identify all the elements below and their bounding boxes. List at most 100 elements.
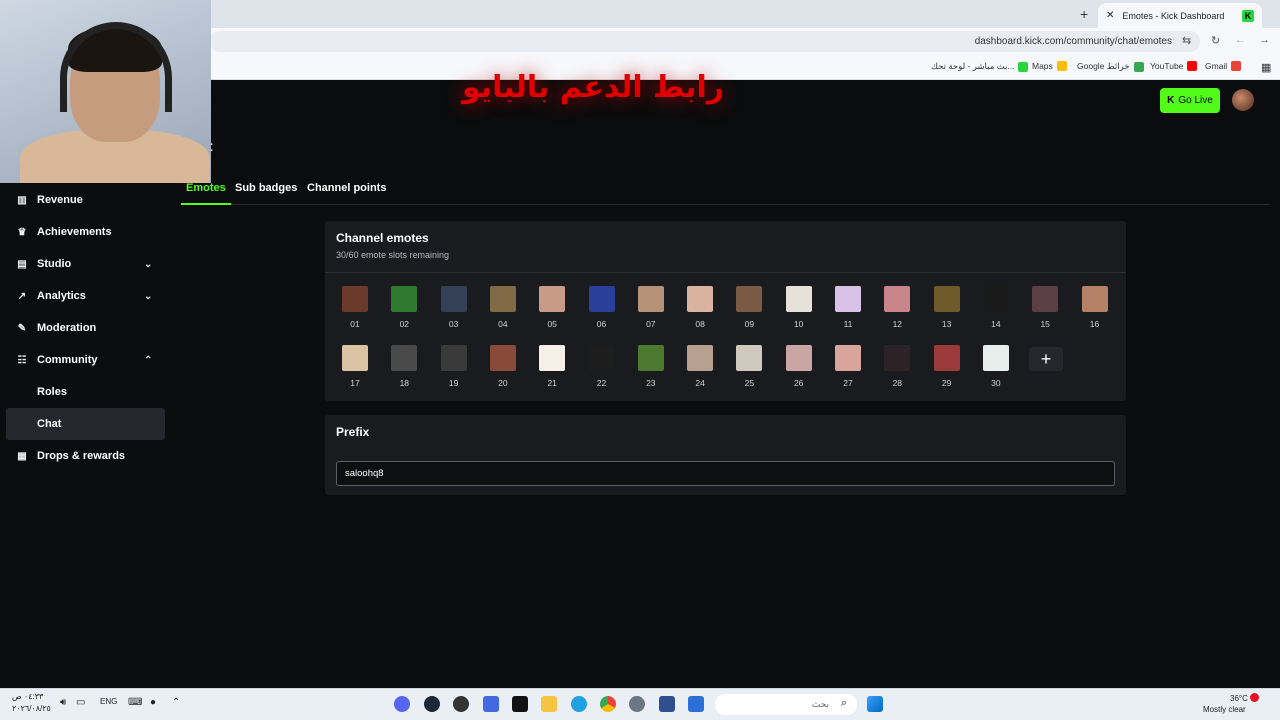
- chevron-up-icon: ⌃: [144, 354, 153, 366]
- tab-channel-points[interactable]: Channel points: [307, 182, 386, 205]
- app-icon[interactable]: [659, 696, 675, 712]
- back-icon[interactable]: →: [1259, 34, 1270, 46]
- sidebar-item-roles[interactable]: Roles: [0, 376, 170, 408]
- reload-icon[interactable]: ↻: [1211, 34, 1220, 47]
- bookmark-youtube[interactable]: YouTube: [1150, 61, 1198, 71]
- emote-02[interactable]: 02: [384, 286, 424, 329]
- bookmark-kick-dashboard[interactable]: بث مباشر - لوحة تحك...: [931, 61, 1029, 72]
- emote-20[interactable]: 20: [483, 345, 523, 388]
- browser-tab[interactable]: ✕ Emotes - Kick Dashboard K: [1098, 3, 1262, 28]
- sidebar-item-chat[interactable]: Chat: [6, 408, 165, 440]
- bookmark-google-maps-ar[interactable]: Google خرائط: [1077, 61, 1144, 72]
- sidebar-item-moderation[interactable]: ✎ Moderation: [0, 312, 170, 344]
- volume-icon[interactable]: 🔊︎: [60, 697, 66, 708]
- emote-23[interactable]: 23: [631, 345, 671, 388]
- bookmark-maps[interactable]: Maps: [1032, 61, 1067, 71]
- emote-22[interactable]: 22: [582, 345, 622, 388]
- emote-image: [1081, 286, 1108, 312]
- chrome-icon[interactable]: [600, 696, 616, 712]
- emote-09[interactable]: 09: [729, 286, 769, 329]
- emote-label: 03: [448, 319, 459, 329]
- steam-icon[interactable]: [424, 696, 440, 712]
- emote-10[interactable]: 10: [779, 286, 819, 329]
- sidebar-item-revenue[interactable]: ▥ Revenue: [0, 184, 170, 216]
- prefix-input[interactable]: [336, 461, 1115, 486]
- tab-sub-badges[interactable]: Sub badges: [235, 182, 297, 205]
- emote-30[interactable]: 30: [976, 345, 1016, 388]
- emote-06[interactable]: 06: [582, 286, 622, 329]
- shield-icon[interactable]: [688, 696, 704, 712]
- apps-grid-icon[interactable]: ▦: [1261, 61, 1271, 74]
- emote-04[interactable]: 04: [483, 286, 523, 329]
- prefix-card: Prefix: [325, 415, 1126, 495]
- emote-label: 25: [744, 378, 755, 388]
- emote-label: 23: [646, 378, 656, 388]
- emote-08[interactable]: 08: [680, 286, 720, 329]
- sidebar-item-community[interactable]: ☷ Community ⌃: [0, 344, 170, 376]
- emote-25[interactable]: 25: [729, 345, 769, 388]
- emote-image: [342, 286, 368, 312]
- bookmark-gmail[interactable]: Gmail: [1205, 61, 1242, 71]
- avatar[interactable]: [1232, 89, 1254, 111]
- emote-24[interactable]: 24: [680, 345, 720, 388]
- capcut-icon[interactable]: [512, 696, 528, 712]
- emote-image: [489, 286, 516, 312]
- emote-label: 07: [646, 319, 656, 329]
- clock-date[interactable]: ٢٠٢٦/٠٨/٢٥: [12, 704, 51, 713]
- emote-07[interactable]: 07: [631, 286, 671, 329]
- emote-19[interactable]: 19: [434, 345, 474, 388]
- emote-image: [391, 345, 418, 371]
- microphone-icon[interactable]: ●: [150, 697, 156, 708]
- forward-icon[interactable]: ←: [1235, 34, 1246, 46]
- weather-temp[interactable]: 36°C: [1230, 694, 1248, 703]
- emote-15[interactable]: 15: [1025, 286, 1065, 329]
- emote-03[interactable]: 03: [434, 286, 474, 329]
- new-tab-button[interactable]: +: [1080, 6, 1088, 22]
- chevron-down-icon: ⌄: [144, 258, 153, 270]
- emote-16[interactable]: 16: [1075, 286, 1115, 329]
- file-explorer-icon[interactable]: [541, 696, 557, 712]
- obs-icon[interactable]: [453, 696, 469, 712]
- emote-label: 20: [498, 378, 508, 388]
- emote-14[interactable]: 14: [976, 286, 1016, 329]
- sidebar-item-drops-rewards[interactable]: ▦ Drops & rewards: [0, 440, 170, 472]
- emote-label: 18: [399, 378, 410, 388]
- edge-icon[interactable]: [571, 696, 587, 712]
- emote-17[interactable]: 17: [335, 345, 375, 388]
- emote-11[interactable]: 11: [828, 286, 868, 329]
- emote-29[interactable]: 29: [927, 345, 967, 388]
- emote-05[interactable]: 05: [532, 286, 572, 329]
- emote-image: [982, 286, 1009, 312]
- sidebar-item-analytics[interactable]: ↗ Analytics ⌄: [0, 280, 170, 312]
- emote-21[interactable]: 21: [532, 345, 572, 388]
- emote-28[interactable]: 28: [877, 345, 917, 388]
- close-tab-icon[interactable]: ✕: [1106, 10, 1114, 21]
- revenue-icon: ▥: [17, 194, 27, 206]
- app-icon[interactable]: [483, 696, 499, 712]
- settings-icon[interactable]: [629, 696, 645, 712]
- emote-27[interactable]: 27: [828, 345, 868, 388]
- weather-desc[interactable]: Mostly clear: [1203, 705, 1246, 714]
- sidebar-item-studio[interactable]: ▤ Studio ⌄: [0, 248, 170, 280]
- add-emote-button[interactable]: +: [1029, 347, 1063, 371]
- keyboard-icon[interactable]: ⌨: [128, 697, 142, 708]
- emote-18[interactable]: 18: [384, 345, 424, 388]
- emote-12[interactable]: 12: [877, 286, 917, 329]
- network-icon[interactable]: ▭: [76, 697, 85, 708]
- sidebar-item-achievements[interactable]: ♛ Achievements: [0, 216, 170, 248]
- emote-01[interactable]: 01: [335, 286, 375, 329]
- emote-image: [539, 286, 566, 312]
- windows-start-icon[interactable]: [867, 696, 883, 712]
- url-field[interactable]: dashboard.kick.com/community/chat/emotes: [210, 31, 1200, 52]
- clock-time[interactable]: ٠٤:٣٣ ص: [12, 692, 43, 701]
- go-live-button[interactable]: K Go Live: [1160, 88, 1220, 113]
- tab-emotes[interactable]: Emotes: [181, 182, 231, 205]
- discord-icon[interactable]: [394, 696, 410, 712]
- emote-26[interactable]: 26: [779, 345, 819, 388]
- studio-icon: ▤: [17, 258, 27, 270]
- chevron-up-icon[interactable]: ⌃: [172, 697, 180, 708]
- emote-13[interactable]: 13: [927, 286, 967, 329]
- site-settings-icon[interactable]: ⇆: [1182, 34, 1191, 47]
- language-indicator[interactable]: ENG: [100, 697, 117, 706]
- taskbar-search-input[interactable]: بحث: [715, 694, 857, 715]
